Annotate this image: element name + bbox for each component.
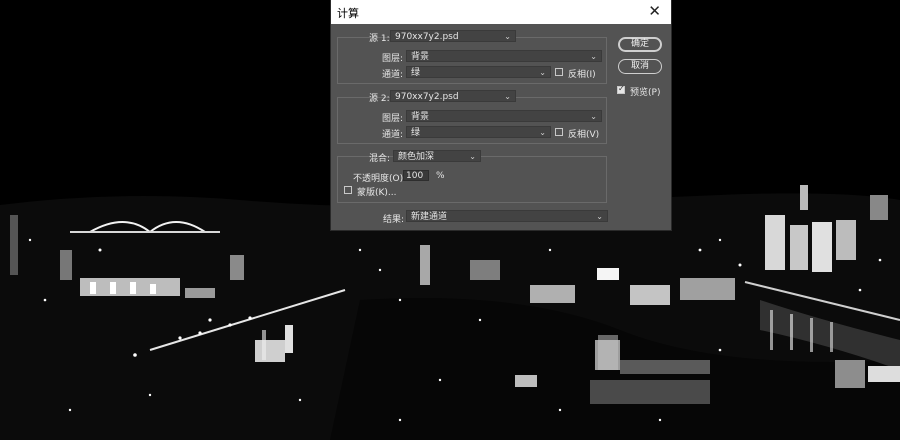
- result-value: 新建通道: [411, 212, 448, 222]
- blending-mode-dropdown[interactable]: 颜色加深 ⌄: [393, 150, 481, 162]
- blending-label: 混合:: [369, 154, 391, 164]
- chevron-down-icon: ⌄: [590, 52, 597, 61]
- source1-layer-label: 图层:: [382, 54, 404, 64]
- source2-layer-dropdown[interactable]: 背景 ⌄: [406, 110, 602, 122]
- source2-layer-value: 背景: [411, 112, 430, 122]
- chevron-down-icon: ⌄: [469, 152, 476, 161]
- ok-button[interactable]: 确定: [618, 37, 662, 52]
- opacity-label: 不透明度(O):: [353, 174, 407, 184]
- source2-layer-label: 图层:: [382, 114, 404, 124]
- source2-invert-checkbox[interactable]: [555, 128, 563, 136]
- source2-file-dropdown[interactable]: 970xx7y2.psd ⌄: [390, 90, 516, 102]
- mask-label: 蒙版(K)...: [357, 188, 397, 198]
- source1-channel-label: 通道:: [382, 70, 404, 80]
- result-dropdown[interactable]: 新建通道 ⌄: [406, 210, 608, 222]
- source2-label: 源 2:: [369, 94, 390, 104]
- dialog-titlebar[interactable]: 计算 ✕: [331, 0, 671, 24]
- source1-channel-value: 绿: [411, 68, 421, 78]
- opacity-input[interactable]: 100: [403, 170, 429, 181]
- source1-invert-checkbox[interactable]: [555, 68, 563, 76]
- source2-channel-label: 通道:: [382, 130, 404, 140]
- chevron-down-icon: ⌄: [590, 112, 597, 121]
- source1-label: 源 1:: [369, 34, 390, 44]
- calculations-dialog: 计算 ✕ 源 1: 970xx7y2.psd ⌄ 图层: 背景 ⌄ 通道: 绿 …: [331, 0, 671, 230]
- chevron-down-icon: ⌄: [539, 128, 546, 137]
- dialog-title: 计算: [337, 7, 359, 20]
- source1-layer-value: 背景: [411, 52, 430, 62]
- mask-checkbox[interactable]: [344, 186, 352, 194]
- opacity-unit: %: [436, 171, 445, 181]
- source1-layer-dropdown[interactable]: 背景 ⌄: [406, 50, 602, 62]
- chevron-down-icon: ⌄: [504, 92, 511, 101]
- chevron-down-icon: ⌄: [504, 32, 511, 41]
- preview-label: 预览(P): [630, 88, 661, 98]
- source1-file-value: 970xx7y2.psd: [395, 32, 459, 42]
- source2-channel-dropdown[interactable]: 绿 ⌄: [406, 126, 551, 138]
- source1-file-dropdown[interactable]: 970xx7y2.psd ⌄: [390, 30, 516, 42]
- close-icon[interactable]: ✕: [648, 3, 661, 19]
- blending-mode-value: 颜色加深: [398, 152, 435, 162]
- cancel-button[interactable]: 取消: [618, 59, 662, 74]
- preview-checkbox[interactable]: [617, 84, 625, 94]
- source2-channel-value: 绿: [411, 128, 421, 138]
- source2-file-value: 970xx7y2.psd: [395, 92, 459, 102]
- source1-channel-dropdown[interactable]: 绿 ⌄: [406, 66, 551, 78]
- result-label: 结果:: [383, 215, 405, 225]
- source1-invert-label: 反相(I): [568, 70, 596, 80]
- source2-invert-label: 反相(V): [568, 130, 600, 140]
- opacity-value: 100: [406, 171, 424, 181]
- chevron-down-icon: ⌄: [596, 212, 603, 221]
- chevron-down-icon: ⌄: [539, 68, 546, 77]
